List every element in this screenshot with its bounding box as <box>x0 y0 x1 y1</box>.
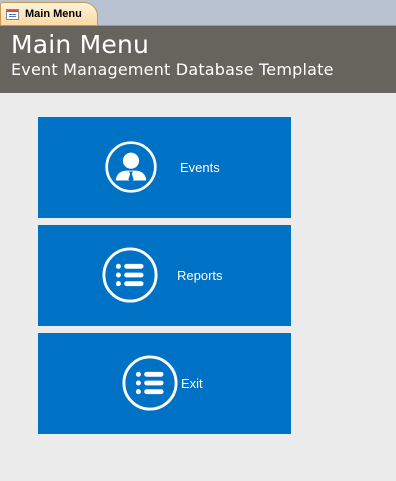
exit-label: Exit <box>181 376 203 391</box>
form-header: Main Menu Event Management Database Temp… <box>0 26 396 93</box>
tab-main-menu[interactable]: Main Menu <box>0 2 98 25</box>
list-icon <box>122 355 178 411</box>
document-tab-strip: Main Menu <box>0 0 396 26</box>
reports-label: Reports <box>177 268 223 283</box>
page-subtitle: Event Management Database Template <box>11 60 334 79</box>
tab-label: Main Menu <box>25 8 82 20</box>
list-icon <box>102 247 158 303</box>
form-icon <box>6 8 19 20</box>
person-icon <box>105 141 157 193</box>
page-title: Main Menu <box>11 30 150 59</box>
reports-button[interactable]: Reports <box>38 225 291 326</box>
exit-button[interactable]: Exit <box>38 333 291 434</box>
events-button[interactable]: Events <box>38 117 291 218</box>
events-label: Events <box>180 160 220 175</box>
